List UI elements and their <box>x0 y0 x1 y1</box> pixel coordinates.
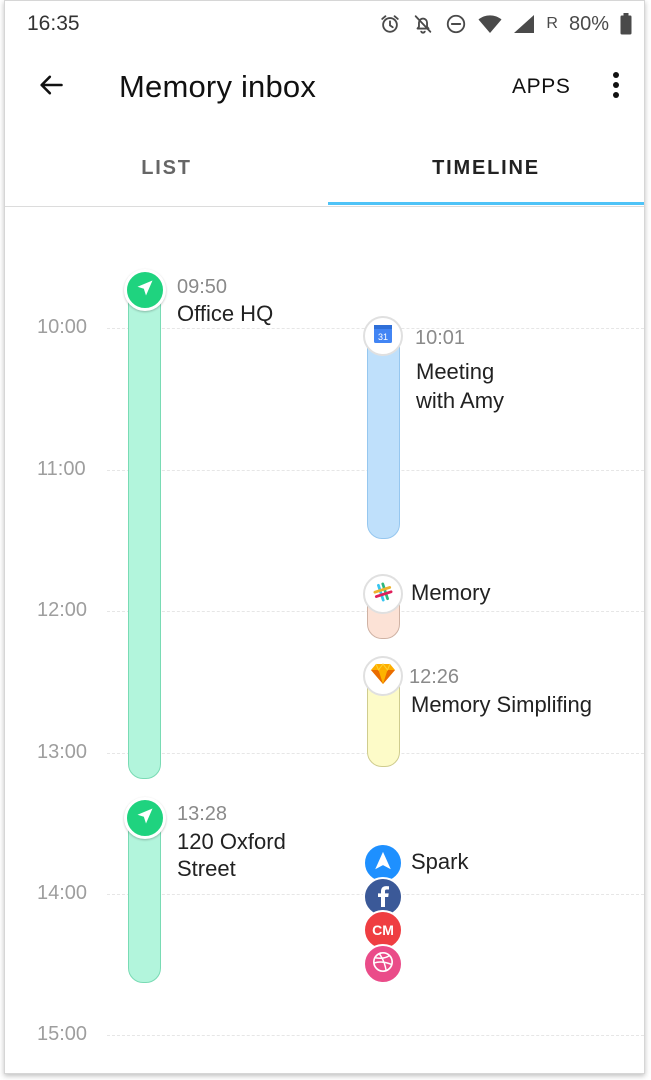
event-title-line2[interactable]: with Amy <box>416 387 504 415</box>
dribbble-app-badge[interactable] <box>363 944 403 984</box>
location-title-line2[interactable]: Street <box>177 855 236 883</box>
dribbble-icon <box>372 951 394 978</box>
more-options-button[interactable] <box>601 69 631 105</box>
sketch-app-badge[interactable] <box>363 656 403 696</box>
battery-icon <box>620 13 632 35</box>
wifi-icon <box>478 14 502 34</box>
spark-icon <box>372 850 394 877</box>
event-title-line1[interactable]: Meeting <box>416 358 494 386</box>
calendar-day: 31 <box>378 332 388 342</box>
slack-icon <box>372 581 394 608</box>
slack-app-badge[interactable] <box>363 574 403 614</box>
hour-label: 13:00 <box>37 741 88 763</box>
status-bar: 16:35 R 80% <box>5 1 644 47</box>
hour-label: 12:00 <box>37 599 88 621</box>
location-pin[interactable] <box>124 269 166 311</box>
app-group-label[interactable]: Spark <box>411 848 468 876</box>
location-pin[interactable] <box>124 797 166 839</box>
status-icons: R 80% <box>379 11 632 37</box>
hour-label: 15:00 <box>37 1023 88 1045</box>
google-calendar-icon: 31 <box>373 324 393 349</box>
location-arrow-icon <box>135 278 155 303</box>
location-time: 09:50 <box>177 276 228 298</box>
page-title: Memory inbox <box>119 69 317 104</box>
tab-timeline[interactable]: TIMELINE <box>328 129 644 207</box>
cm-icon: CM <box>372 922 394 938</box>
location-duration-bar[interactable] <box>128 279 161 779</box>
location-title[interactable]: Office HQ <box>177 300 273 328</box>
hour-label: 10:00 <box>37 316 88 338</box>
timeline-view[interactable]: 10:00 11:00 12:00 13:00 14:00 15:00 09:5… <box>5 207 644 1073</box>
hour-label: 14:00 <box>37 882 88 904</box>
bell-off-icon <box>412 13 434 35</box>
more-vert-icon <box>612 71 620 104</box>
alarm-icon <box>379 13 401 35</box>
battery-percent: 80% <box>568 12 609 35</box>
facebook-icon <box>372 883 394 912</box>
location-arrow-icon <box>135 806 155 831</box>
tab-bar: LIST TIMELINE <box>5 129 644 207</box>
event-duration-bar[interactable] <box>367 325 400 539</box>
location-time: 13:28 <box>177 803 228 825</box>
tab-indicator <box>328 202 644 205</box>
app-bar: Memory inbox APPS <box>5 47 644 129</box>
apps-button[interactable]: APPS <box>512 75 570 99</box>
do-not-disturb-icon <box>445 13 467 35</box>
signal-icon <box>513 14 535 34</box>
arrow-left-icon <box>37 71 65 104</box>
location-title-line1[interactable]: 120 Oxford <box>177 828 286 856</box>
event-title[interactable]: Memory Simplifing <box>411 691 592 719</box>
grid-line <box>107 1035 644 1036</box>
calendar-app-badge[interactable]: 31 <box>363 316 403 356</box>
status-time: 16:35 <box>27 12 80 35</box>
event-time: 10:01 <box>415 327 466 349</box>
hour-label: 11:00 <box>37 458 86 480</box>
tab-list[interactable]: LIST <box>5 129 328 207</box>
event-time: 12:26 <box>409 666 460 688</box>
network-indicator: R <box>546 15 558 32</box>
sketch-icon <box>371 662 395 690</box>
event-title[interactable]: Memory <box>411 579 490 607</box>
back-button[interactable] <box>33 69 69 105</box>
phone-screen: 16:35 R 80% Memory inbox APPS LIST TIMEL… <box>4 0 645 1074</box>
